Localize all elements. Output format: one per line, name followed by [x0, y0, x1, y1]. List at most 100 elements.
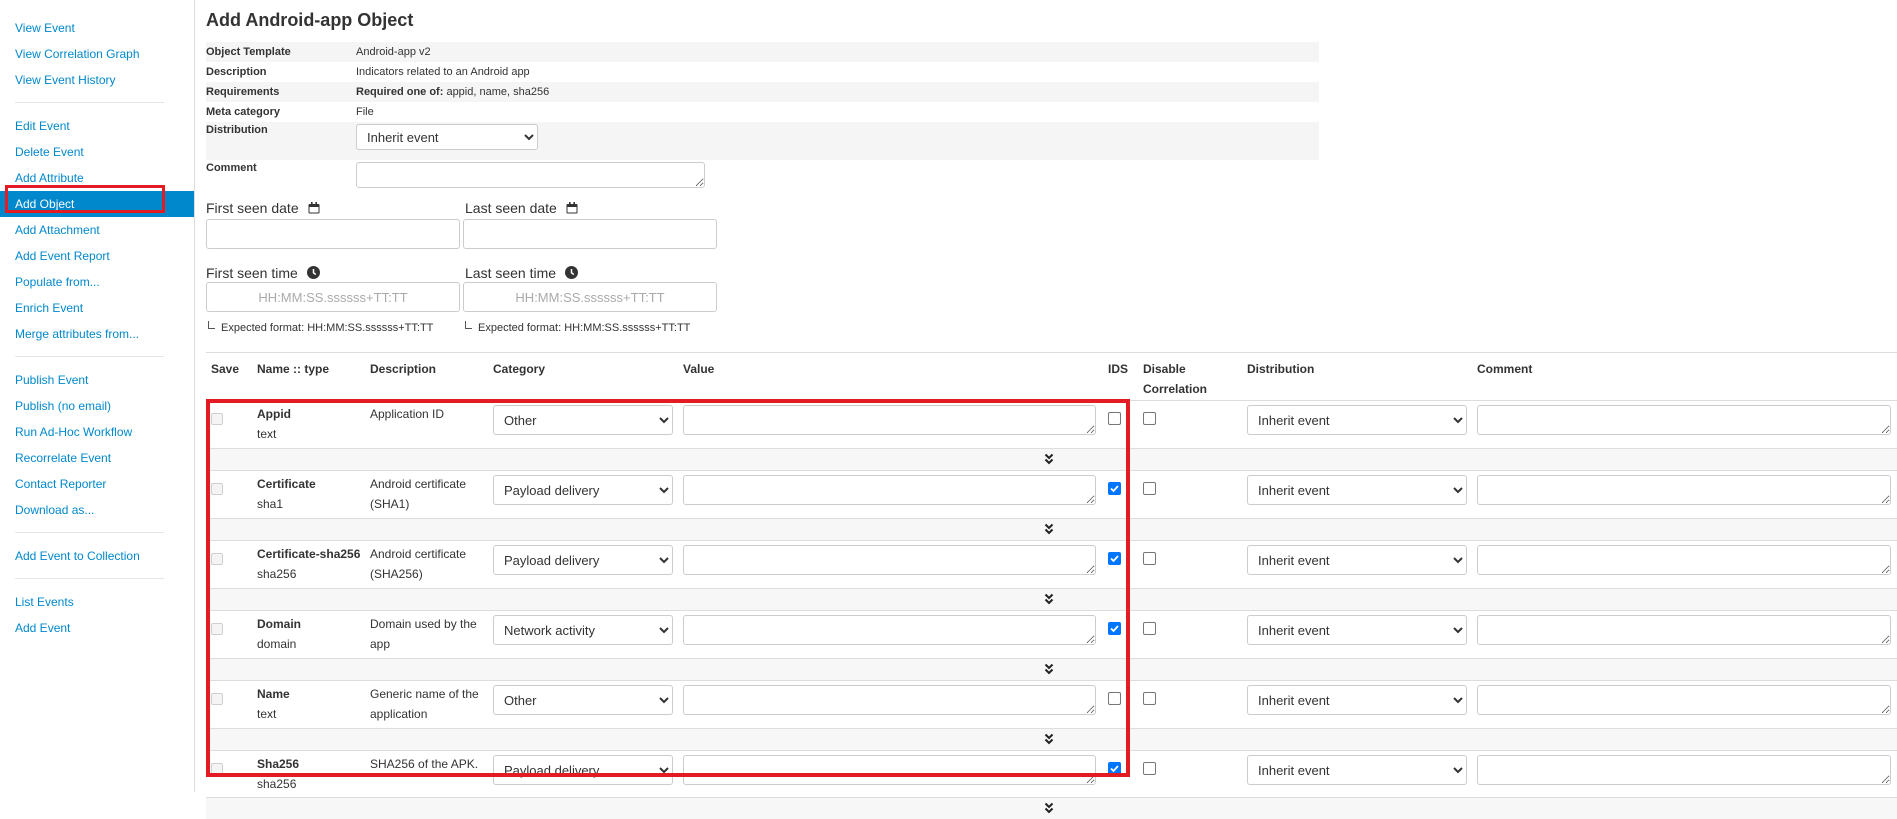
attribute-comment-textarea[interactable]	[1477, 475, 1891, 505]
attribute-description: Domain used by the app	[370, 614, 495, 654]
sidebar-item-add-event-to-collection[interactable]: Add Event to Collection	[0, 543, 194, 569]
attribute-distribution-select[interactable]: Inherit event	[1247, 685, 1467, 715]
attribute-comment-textarea[interactable]	[1477, 685, 1891, 715]
attribute-name: Domain	[257, 617, 302, 631]
attribute-distribution-select[interactable]: Inherit event	[1247, 545, 1467, 575]
expand-row[interactable]	[206, 448, 1897, 470]
category-select[interactable]: Payload delivery	[493, 545, 673, 575]
attribute-name-type: Domain domain	[257, 614, 301, 654]
sidebar-item-recorrelate-event[interactable]: Recorrelate Event	[0, 445, 194, 471]
disable-correlation-checkbox[interactable]	[1143, 622, 1156, 635]
last-seen-time-input[interactable]	[463, 282, 717, 312]
sidebar-item-view-event[interactable]: View Event	[0, 15, 194, 41]
value-textarea[interactable]	[683, 405, 1096, 435]
comment-label: Comment	[206, 162, 257, 174]
expand-row[interactable]	[206, 518, 1897, 540]
first-seen-time-input[interactable]	[206, 282, 460, 312]
value-textarea[interactable]	[683, 545, 1096, 575]
attribute-type: text	[257, 427, 277, 441]
first-seen-time-hint: Expected format: HH:MM:SS.ssssss+TT:TT	[208, 321, 433, 334]
category-select[interactable]: Payload delivery	[493, 475, 673, 505]
disable-correlation-checkbox[interactable]	[1143, 692, 1156, 705]
chevron-double-down-icon[interactable]	[1044, 663, 1054, 675]
ids-checkbox[interactable]	[1108, 552, 1121, 565]
sidebar-item-add-event[interactable]: Add Event	[0, 615, 194, 641]
disable-correlation-checkbox[interactable]	[1143, 762, 1156, 775]
sidebar-item-list-events[interactable]: List Events	[0, 589, 194, 615]
header-ids: IDS	[1108, 362, 1129, 376]
category-select[interactable]: Other	[493, 405, 673, 435]
sidebar-item-merge-attributes[interactable]: Merge attributes from...	[0, 321, 194, 347]
value-textarea[interactable]	[683, 755, 1096, 785]
attribute-distribution-select[interactable]: Inherit event	[1247, 405, 1467, 435]
value-textarea[interactable]	[683, 615, 1096, 645]
disable-correlation-checkbox[interactable]	[1143, 482, 1156, 495]
header-value: Value	[683, 362, 715, 376]
attribute-distribution-select[interactable]: Inherit event	[1247, 615, 1467, 645]
ids-checkbox[interactable]	[1108, 692, 1121, 705]
attribute-description: Android certificate (SHA256)	[370, 544, 495, 584]
sidebar-item-run-ad-hoc-workflow[interactable]: Run Ad-Hoc Workflow	[0, 419, 194, 445]
save-checkbox[interactable]	[211, 413, 223, 425]
sidebar-item-publish-no-email[interactable]: Publish (no email)	[0, 393, 194, 419]
sidebar-item-enrich-event[interactable]: Enrich Event	[0, 295, 194, 321]
attribute-name-type: Certificate sha1	[257, 474, 316, 514]
sidebar-item-publish-event[interactable]: Publish Event	[0, 367, 194, 393]
category-select[interactable]: Network activity	[493, 615, 673, 645]
expand-row[interactable]	[206, 588, 1897, 610]
expand-row[interactable]	[206, 797, 1897, 819]
save-checkbox[interactable]	[211, 763, 223, 775]
attribute-description-line1: Android certificate	[370, 477, 467, 491]
last-seen-date-input[interactable]	[463, 219, 717, 249]
object-comment-textarea[interactable]	[356, 162, 705, 188]
sidebar-item-delete-event[interactable]: Delete Event	[0, 139, 194, 165]
chevron-double-down-icon[interactable]	[1044, 523, 1054, 535]
ids-checkbox[interactable]	[1108, 622, 1121, 635]
attribute-comment-textarea[interactable]	[1477, 755, 1891, 785]
chevron-double-down-icon[interactable]	[1044, 802, 1054, 814]
ids-checkbox[interactable]	[1108, 482, 1121, 495]
chevron-double-down-icon[interactable]	[1044, 733, 1054, 745]
ids-checkbox[interactable]	[1108, 762, 1121, 775]
disable-correlation-checkbox[interactable]	[1143, 552, 1156, 565]
chevron-double-down-icon[interactable]	[1044, 453, 1054, 465]
expand-row[interactable]	[206, 658, 1897, 680]
attribute-name-type: Sha256 sha256	[257, 754, 299, 794]
attribute-distribution-select[interactable]: Inherit event	[1247, 475, 1467, 505]
save-checkbox[interactable]	[211, 693, 223, 705]
save-checkbox[interactable]	[211, 483, 223, 495]
object-distribution-select[interactable]: Inherit event	[356, 124, 538, 150]
attribute-row: Certificate sha1 Android certificate (SH…	[206, 470, 1897, 518]
sidebar-item-contact-reporter[interactable]: Contact Reporter	[0, 471, 194, 497]
sidebar-item-add-attribute[interactable]: Add Attribute	[0, 165, 194, 191]
sidebar-item-view-event-history[interactable]: View Event History	[0, 67, 194, 93]
category-select[interactable]: Payload delivery	[493, 755, 673, 785]
description-value: Indicators related to an Android app	[356, 66, 530, 78]
sidebar-item-add-object[interactable]: Add Object	[0, 191, 194, 217]
attribute-row: Sha256 sha256 SHA256 of the APK. Payload…	[206, 750, 1897, 797]
sidebar-item-download-as[interactable]: Download as...	[0, 497, 194, 523]
attribute-comment-textarea[interactable]	[1477, 405, 1891, 435]
sidebar-item-populate-from[interactable]: Populate from...	[0, 269, 194, 295]
first-seen-date-input[interactable]	[206, 219, 460, 249]
value-textarea[interactable]	[683, 685, 1096, 715]
save-checkbox[interactable]	[211, 553, 223, 565]
sidebar-item-add-event-report[interactable]: Add Event Report	[0, 243, 194, 269]
disable-correlation-checkbox[interactable]	[1143, 412, 1156, 425]
sidebar-item-view-correlation-graph[interactable]: View Correlation Graph	[0, 41, 194, 67]
first-seen-time-label-text: First seen time	[206, 265, 298, 281]
sidebar-item-edit-event[interactable]: Edit Event	[0, 113, 194, 139]
value-textarea[interactable]	[683, 475, 1096, 505]
expand-row[interactable]	[206, 728, 1897, 750]
attribute-distribution-select[interactable]: Inherit event	[1247, 755, 1467, 785]
category-select[interactable]: Other	[493, 685, 673, 715]
attribute-comment-textarea[interactable]	[1477, 615, 1891, 645]
sidebar-divider	[15, 532, 164, 533]
ids-checkbox[interactable]	[1108, 412, 1121, 425]
chevron-double-down-icon[interactable]	[1044, 593, 1054, 605]
attributes-table-header: Save Name :: type Description Category V…	[206, 352, 1897, 401]
attribute-comment-textarea[interactable]	[1477, 545, 1891, 575]
save-checkbox[interactable]	[211, 623, 223, 635]
sidebar-item-add-attachment[interactable]: Add Attachment	[0, 217, 194, 243]
attribute-name-type: Certificate-sha256 sha256	[257, 544, 360, 584]
